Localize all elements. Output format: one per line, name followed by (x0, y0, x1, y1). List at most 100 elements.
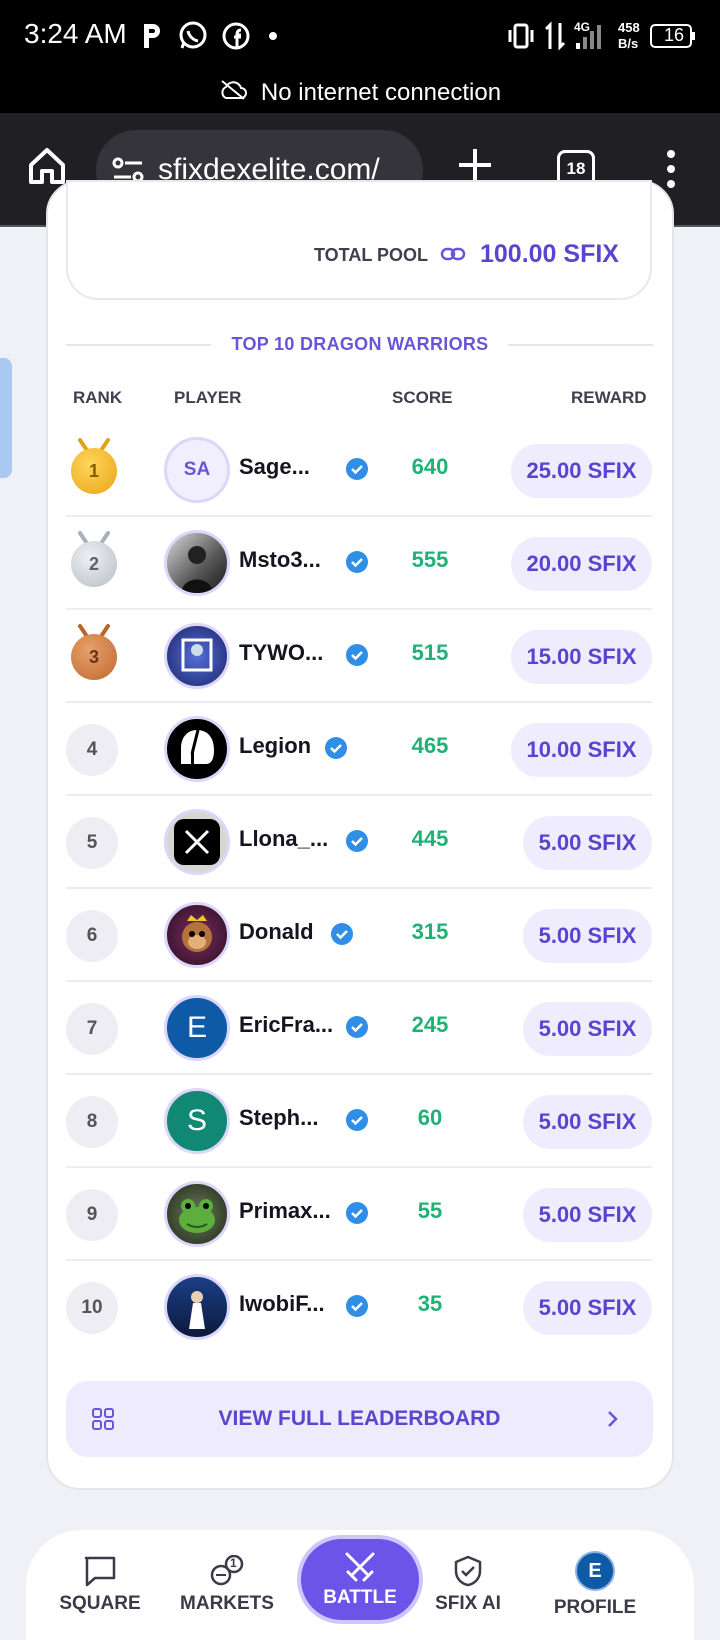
nav-profile[interactable]: E PROFILE (540, 1530, 650, 1640)
view-full-label: VIEW FULL LEADERBOARD (218, 1407, 501, 1430)
rank-number: 9 (66, 1189, 118, 1241)
reward-amount: 5.00 SFIX (538, 1016, 637, 1041)
avatar[interactable] (164, 809, 230, 875)
reward-pill: 5.00 SFIX (523, 1188, 652, 1242)
profile-initial: E (588, 1559, 602, 1582)
avatar-initials: SA (183, 459, 211, 480)
table-row[interactable]: 2 Msto3... 555 20.00 SFIX (66, 517, 652, 610)
cloud-off-icon (219, 79, 247, 108)
player-score: 35 (417, 1291, 443, 1316)
avatar[interactable] (164, 902, 230, 968)
silver-medal-icon: 2 (71, 531, 117, 587)
player-photo-icon (189, 1291, 205, 1329)
table-row[interactable]: 10 IwobiF... 35 5.00 SFIX (66, 1261, 652, 1354)
avatar[interactable] (164, 623, 230, 689)
nav-square[interactable]: SQUARE (50, 1530, 150, 1640)
table-row[interactable]: 9 Primax... 55 5.00 SFIX (66, 1168, 652, 1261)
verified-badge-icon (331, 923, 353, 945)
crossed-swords-icon (345, 1552, 375, 1581)
p-app-icon (140, 20, 164, 52)
table-row[interactable]: 6 Donald 315 5.00 SFIX (66, 889, 652, 982)
whatsapp-icon (178, 20, 208, 52)
player-score: 55 (417, 1198, 443, 1223)
player-name[interactable]: EricFra... (239, 1012, 333, 1038)
nav-square-label: SQUARE (59, 1593, 141, 1614)
avatar[interactable] (164, 1274, 230, 1340)
player-score: 555 (411, 547, 449, 572)
grid-icon (92, 1408, 114, 1436)
table-row[interactable]: 5 Llona_... 445 5.00 SFIX (66, 796, 652, 889)
nav-sfix-ai[interactable]: SFIX AI (418, 1530, 518, 1640)
reward-amount: 25.00 SFIX (526, 458, 637, 483)
player-name[interactable]: TYWO... (239, 640, 323, 666)
player-name[interactable]: Sage... (239, 454, 310, 480)
player-score: 245 (411, 1012, 449, 1037)
nav-markets-label: MARKETS (180, 1593, 274, 1614)
player-name[interactable]: Donald (239, 919, 314, 945)
header-reward: REWARD (571, 388, 647, 407)
link-icon (440, 244, 466, 269)
chevron-right-icon (606, 1409, 620, 1435)
avatar[interactable] (164, 1181, 230, 1247)
tab-count: 18 (566, 159, 586, 178)
verified-badge-icon (325, 737, 347, 759)
table-row[interactable]: 7 E EricFra... 245 5.00 SFIX (66, 982, 652, 1075)
signal-strength-icon (574, 20, 604, 52)
reward-pill: 5.00 SFIX (523, 1095, 652, 1149)
reward-pill: 20.00 SFIX (511, 537, 652, 591)
battery-level: 16 (664, 25, 685, 45)
avatar[interactable] (164, 530, 230, 596)
rank-number: 4 (66, 724, 118, 776)
leaderboard-title: TOP 10 DRAGON WARRIORS (231, 334, 489, 354)
avatar-initials: E (186, 1011, 207, 1044)
player-name[interactable]: Primax... (239, 1198, 331, 1224)
table-row[interactable]: 8 S Steph... 60 5.00 SFIX (66, 1075, 652, 1168)
reward-pill: 5.00 SFIX (523, 1281, 652, 1335)
header-score: SCORE (392, 388, 453, 407)
player-name[interactable]: Legion (239, 733, 311, 759)
system-status-bar: 3:24 AM 4G 458 B/s 16 (0, 0, 720, 73)
avatar[interactable]: S (164, 1088, 230, 1154)
nav-markets[interactable]: 1 MARKETS (172, 1530, 282, 1640)
player-name[interactable]: IwobiF... (239, 1291, 325, 1317)
bronze-medal-icon: 3 (71, 624, 117, 680)
view-full-leaderboard-button[interactable]: VIEW FULL LEADERBOARD (66, 1381, 653, 1457)
rank-number: 6 (66, 910, 118, 962)
no-internet-banner: No internet connection (0, 73, 720, 113)
no-internet-text: No internet connection (260, 79, 502, 106)
nav-battle-label: BATTLE (323, 1586, 397, 1608)
reward-amount: 10.00 SFIX (526, 737, 637, 762)
table-row[interactable]: 1 SA Sage... 640 25.00 SFIX (66, 424, 652, 517)
reward-amount: 5.00 SFIX (538, 923, 637, 948)
rank-number: 8 (66, 1096, 118, 1148)
avatar[interactable]: SA (164, 437, 230, 503)
data-transfer-icon (544, 20, 566, 52)
nav-profile-label: PROFILE (553, 1597, 637, 1618)
chat-bubble-icon (84, 1556, 116, 1587)
status-time: 3:24 AM (24, 18, 127, 49)
reward-pill: 5.00 SFIX (523, 816, 652, 870)
reward-pill: 15.00 SFIX (511, 630, 652, 684)
table-row[interactable]: 3 TYWO... 515 15.00 SFIX (66, 610, 652, 703)
avatar[interactable] (164, 716, 230, 782)
profile-avatar: E (575, 1551, 615, 1591)
verified-badge-icon (346, 458, 368, 480)
player-name[interactable]: Steph... (239, 1105, 318, 1131)
nav-battle[interactable]: BATTLE (297, 1535, 423, 1624)
side-drawer-handle[interactable] (0, 358, 12, 478)
player-score: 445 (411, 826, 449, 851)
player-name[interactable]: Msto3... (239, 547, 321, 573)
player-name[interactable]: Llona_... (239, 826, 328, 852)
player-score: 315 (411, 919, 449, 944)
rank-number: 10 (66, 1282, 118, 1334)
reward-pill: 25.00 SFIX (511, 444, 652, 498)
table-row[interactable]: 4 Legion 465 10.00 SFIX (66, 703, 652, 796)
more-options-icon[interactable] (664, 149, 678, 194)
reward-pill: 5.00 SFIX (523, 1002, 652, 1056)
avatar[interactable]: E (164, 995, 230, 1061)
player-score: 60 (417, 1105, 443, 1130)
avatar-initials: S (186, 1104, 207, 1137)
total-pool-label: TOTAL POOL (314, 245, 429, 265)
facebook-icon (222, 20, 250, 52)
header-player: PLAYER (174, 388, 242, 407)
